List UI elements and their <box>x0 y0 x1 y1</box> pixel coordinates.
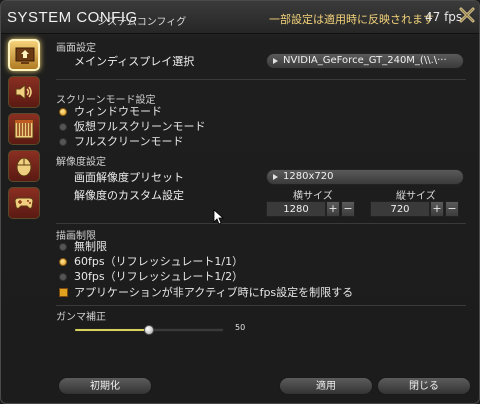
mouse-icon <box>16 157 32 177</box>
height-input[interactable]: 720 <box>370 201 430 217</box>
gamma-value: 50 <box>235 323 246 332</box>
gamepad-icon <box>14 197 34 209</box>
checkbox-inactive-fps-limit[interactable]: アプリケーションが非アクティブ時にfps設定を制限する <box>59 286 354 300</box>
radio-unlimited[interactable]: 無制限 <box>59 240 107 254</box>
title-bar: SYSTEM CONFIG システムコンフィグ 一部設定は適用時に反映されます … <box>1 1 479 34</box>
radio-60fps[interactable]: 60fps（リフレッシュレート1/1） <box>59 255 244 269</box>
category-mouse[interactable] <box>8 150 40 182</box>
radio-label: 60fps（リフレッシュレート1/1） <box>74 255 244 268</box>
section-resolution: 解像度設定 <box>56 157 106 168</box>
radio-indicator <box>59 273 67 281</box>
settings-panel: 画面設定 メインディスプレイ選択 NVIDIA_GeForce_GT_240M_… <box>56 35 471 370</box>
category-cutscene[interactable] <box>8 113 40 145</box>
height-increase-button[interactable]: + <box>430 201 444 217</box>
radio-indicator <box>59 258 67 266</box>
width-header: 横サイズ <box>293 191 333 202</box>
display-select-dropdown[interactable]: NVIDIA_GeForce_GT_240M_(\\.\··· <box>266 53 464 69</box>
speaker-icon <box>15 83 32 101</box>
window-subtitle: システムコンフィグ <box>97 17 187 28</box>
width-decrease-button[interactable]: − <box>341 201 355 217</box>
dropdown-arrow-icon <box>273 58 278 64</box>
radio-borderless-mode[interactable]: 仮想フルスクリーンモード <box>59 120 206 134</box>
checkbox-indicator <box>59 288 68 297</box>
resolution-preset-value: 1280x720 <box>283 171 334 182</box>
width-input[interactable]: 1280 <box>266 201 326 217</box>
radio-indicator <box>59 138 67 146</box>
custom-resolution-label: 解像度のカスタム設定 <box>74 189 184 202</box>
radio-indicator <box>59 108 67 116</box>
category-sidebar <box>8 39 44 224</box>
close-button[interactable]: 閉じる <box>377 377 471 395</box>
divider <box>56 223 466 224</box>
system-config-window: SYSTEM CONFIG システムコンフィグ 一部設定は適用時に反映されます … <box>0 0 480 404</box>
footer-bar: 初期化 適用 閉じる <box>1 373 479 403</box>
section-gamma: ガンマ補正 <box>56 312 106 323</box>
radio-label: フルスクリーンモード <box>74 135 184 148</box>
radio-30fps[interactable]: 30fps（リフレッシュレート1/2） <box>59 270 244 284</box>
radio-indicator <box>59 123 67 131</box>
category-display[interactable] <box>8 39 40 71</box>
section-screen-mode: スクリーンモード設定 <box>56 95 156 106</box>
gamma-slider[interactable] <box>74 325 224 335</box>
radio-label: 30fps（リフレッシュレート1/2） <box>74 270 244 283</box>
radio-window-mode[interactable]: ウィンドウモード <box>59 105 162 119</box>
close-window-icon[interactable] <box>457 5 477 25</box>
width-increase-button[interactable]: + <box>326 201 340 217</box>
checkbox-label: アプリケーションが非アクティブ時にfps設定を制限する <box>74 286 354 299</box>
display-icon <box>15 47 35 64</box>
apply-button[interactable]: 適用 <box>279 377 373 395</box>
divider <box>56 79 466 80</box>
resolution-preset-dropdown[interactable]: 1280x720 <box>266 169 464 185</box>
theater-curtain-icon <box>14 119 34 139</box>
height-decrease-button[interactable]: − <box>445 201 459 217</box>
radio-indicator <box>59 243 67 251</box>
resolution-preset-label: 画面解像度プリセット <box>74 171 184 184</box>
reset-button[interactable]: 初期化 <box>58 377 152 395</box>
radio-label: 無制限 <box>74 240 107 253</box>
gamma-slider-handle[interactable] <box>144 325 154 335</box>
apply-notice: 一部設定は適用時に反映されます <box>269 13 434 26</box>
category-gamepad[interactable] <box>8 187 40 219</box>
display-select-value: NVIDIA_GeForce_GT_240M_(\\.\··· <box>283 55 447 66</box>
radio-label: ウィンドウモード <box>74 105 162 118</box>
radio-label: 仮想フルスクリーンモード <box>74 120 206 133</box>
height-header: 縦サイズ <box>396 191 436 202</box>
radio-fullscreen-mode[interactable]: フルスクリーンモード <box>59 135 184 149</box>
dropdown-arrow-icon <box>273 174 278 180</box>
category-sound[interactable] <box>8 76 40 108</box>
display-select-label: メインディスプレイ選択 <box>74 55 195 68</box>
gamma-slider-fill <box>75 329 149 331</box>
section-display: 画面設定 <box>56 43 96 54</box>
divider <box>56 305 466 306</box>
mouse-cursor-icon <box>213 209 225 225</box>
